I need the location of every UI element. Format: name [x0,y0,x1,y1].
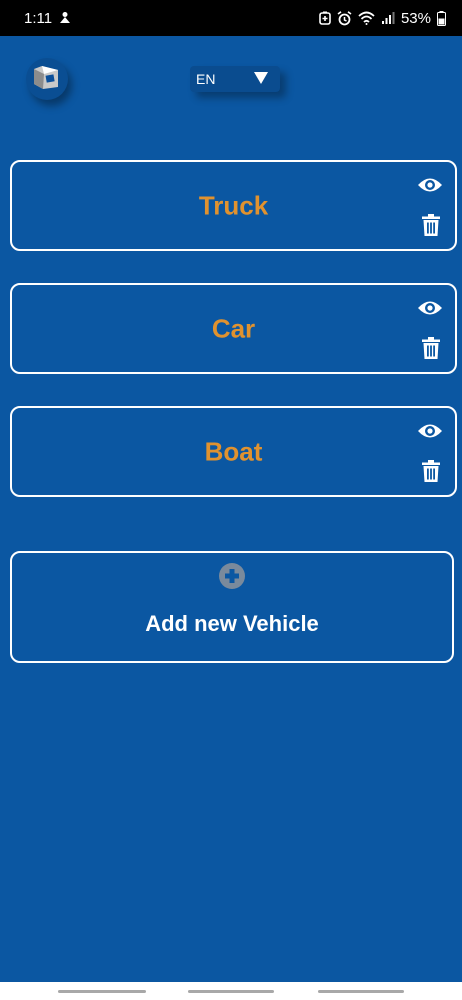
triangle-down-icon [254,71,268,87]
alarm-icon [337,10,352,26]
app-logo-icon [32,63,62,96]
language-value: EN [196,71,216,87]
notification-icon [58,11,72,25]
vehicle-card-truck[interactable]: Truck [10,160,457,251]
nav-home-handle[interactable] [188,990,274,993]
battery-saver-icon [319,11,331,25]
logo-button[interactable] [26,58,68,100]
vehicle-card-boat[interactable]: Boat [10,406,457,497]
system-nav-bar [0,982,462,1000]
vehicle-name: Car [211,313,256,343]
eye-icon[interactable] [417,422,443,440]
trash-icon[interactable] [421,460,441,482]
nav-recents-handle[interactable] [58,990,146,993]
trash-icon[interactable] [421,214,441,236]
status-right: 53% [319,10,446,27]
wifi-icon [358,11,375,25]
battery-icon [437,10,446,26]
eye-icon[interactable] [417,299,443,317]
vehicle-name: Truck [198,190,269,220]
add-vehicle-label: Add new Vehicle [145,611,319,636]
status-left: 1:11 [24,10,72,27]
signal-icon [381,11,395,25]
nav-back-handle[interactable] [318,990,404,993]
status-bar: 1:11 53% [0,0,462,36]
eye-icon[interactable] [417,176,443,194]
vehicle-name: Boat [204,436,263,466]
vehicle-card-car[interactable]: Car [10,283,457,374]
language-select[interactable]: EN [190,66,280,92]
status-time: 1:11 [24,9,53,27]
trash-icon[interactable] [421,337,441,359]
battery-percent: 53% [400,9,431,27]
plus-circle-icon [219,563,245,589]
app-screen: EN Truck Car Boat Add new Vehicle [0,36,462,982]
add-vehicle-button[interactable]: Add new Vehicle [10,551,454,663]
